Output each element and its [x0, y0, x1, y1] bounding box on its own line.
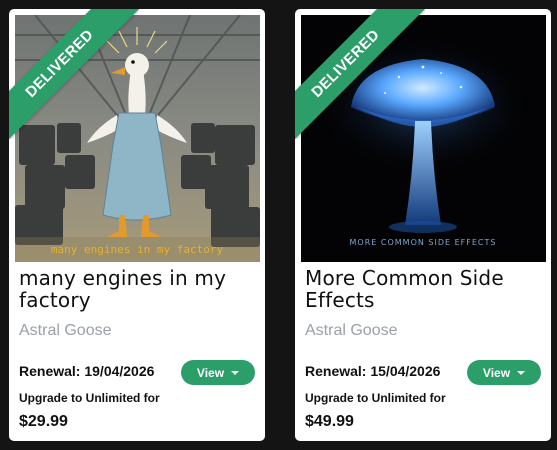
cover-art-image: many engines in my factory: [15, 15, 260, 262]
release-title: More Common Side Effects: [305, 266, 504, 312]
caret-down-icon: [517, 371, 526, 375]
view-dropdown-button[interactable]: View: [467, 360, 541, 385]
caret-down-icon: [231, 371, 240, 375]
upgrade-price: $29.99: [19, 413, 68, 430]
view-button-label: View: [196, 365, 225, 380]
renewal-date: Renewal: 19/04/2026: [19, 363, 155, 379]
renewal-date: Renewal: 15/04/2026: [305, 363, 441, 379]
release-card: many engines in my factory DELIVERED man…: [9, 9, 265, 441]
art-caption: many engines in my factory: [51, 243, 224, 256]
release-card: MORE COMMON SIDE EFFECTS DELIVERED More …: [295, 9, 551, 441]
artist-name: Astral Goose: [305, 322, 398, 339]
artist-name: Astral Goose: [19, 322, 112, 339]
upgrade-label: Upgrade to Unlimited for: [305, 391, 446, 405]
view-button-label: View: [482, 365, 511, 380]
cover-art-image: MORE COMMON SIDE EFFECTS: [301, 15, 546, 262]
art-caption: MORE COMMON SIDE EFFECTS: [350, 238, 497, 247]
view-dropdown-button[interactable]: View: [181, 360, 255, 385]
upgrade-label: Upgrade to Unlimited for: [19, 391, 160, 405]
upgrade-price: $49.99: [305, 413, 354, 430]
release-title: many engines in my factory: [19, 266, 227, 312]
